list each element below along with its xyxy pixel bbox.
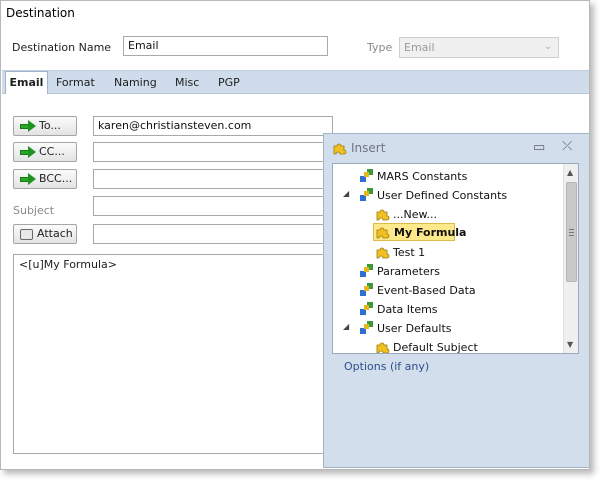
tree-item-label: User Defined Constants (377, 189, 508, 202)
tab-pgp[interactable]: PGP (218, 76, 240, 89)
message-body-text: <[u]My Formula> (19, 258, 117, 271)
puzzle-icon (376, 342, 390, 353)
to-button-label: To... (39, 119, 61, 132)
title-bar: Destination (1, 1, 589, 25)
tab-strip: Email Format Naming Misc PGP (2, 70, 589, 94)
scroll-down-icon[interactable]: ▼ (567, 340, 573, 349)
tree-item-label: User Defaults (377, 322, 452, 335)
insert-panel: Insert ▭ ⤫ MARS Constants ◢ User Defined… (323, 133, 589, 468)
tree-item-label: My Formula (394, 226, 467, 239)
constants-icon (360, 264, 373, 277)
bcc-button-label: BCC... (39, 172, 73, 185)
constants-icon (360, 188, 373, 201)
to-input[interactable]: karen@christiansteven.com (93, 116, 333, 136)
message-body[interactable]: <[u]My Formula> (13, 254, 343, 454)
puzzle-icon (376, 227, 390, 239)
attach-input[interactable] (93, 224, 333, 244)
tree-item-label: MARS Constants (377, 170, 468, 183)
close-icon[interactable]: ⤫ (562, 139, 572, 154)
tab-naming[interactable]: Naming (114, 76, 157, 89)
bcc-button[interactable]: BCC... (13, 169, 77, 189)
green-arrow-icon (20, 119, 36, 132)
window-title: Destination (6, 6, 75, 20)
puzzle-icon (376, 247, 390, 259)
tab-misc[interactable]: Misc (175, 76, 199, 89)
chevron-down-icon: ⌄ (543, 41, 552, 52)
green-arrow-icon (20, 145, 36, 158)
destination-name-input[interactable]: Email (123, 36, 328, 56)
bcc-input[interactable] (93, 169, 333, 189)
puzzle-icon (376, 209, 390, 221)
tab-email[interactable]: Email (5, 71, 48, 94)
to-button[interactable]: To... (13, 116, 77, 136)
tab-format[interactable]: Format (56, 76, 95, 89)
constants-icon (360, 321, 373, 334)
destination-name-label: Destination Name (12, 41, 112, 54)
type-label: Type (367, 41, 393, 54)
tree-item-label: Event-Based Data (377, 284, 476, 297)
insert-panel-title: Insert (351, 141, 386, 155)
type-select-value: Email (404, 41, 435, 54)
cc-button-label: CC... (39, 145, 65, 158)
tree-item-label: Default Subject (393, 341, 478, 354)
tree-item-label: Data Items (377, 303, 438, 316)
attach-icon (20, 228, 33, 240)
destination-window: Destination Destination Name Email Type … (0, 0, 590, 470)
scroll-thumb[interactable] (566, 182, 577, 282)
cc-input[interactable] (93, 142, 333, 162)
attach-button[interactable]: Attach (13, 224, 77, 244)
subject-input[interactable] (93, 196, 333, 216)
tree-item-my-formula[interactable]: My Formula (373, 223, 466, 241)
constants-icon (360, 302, 373, 315)
tree-item-label: Test 1 (393, 246, 426, 259)
insert-tree: MARS Constants ◢ User Defined Constants … (332, 163, 579, 354)
options-label: Options (if any) (344, 360, 430, 373)
type-select[interactable]: Email ⌄ (399, 37, 559, 58)
minimize-icon[interactable]: ▭ (533, 140, 545, 155)
constants-icon (360, 283, 373, 296)
cc-button[interactable]: CC... (13, 142, 77, 162)
scroll-up-icon[interactable]: ▲ (567, 168, 573, 177)
insert-panel-header: Insert ▭ ⤫ (324, 134, 589, 161)
collapse-icon[interactable]: ◢ (343, 322, 349, 331)
tree-scrollbar[interactable]: ▲ ▼ (563, 164, 578, 353)
tree-item-label: ...New... (393, 208, 437, 221)
puzzle-icon (333, 143, 347, 155)
attach-button-label: Attach (37, 227, 73, 240)
tree-item-label: Parameters (377, 265, 440, 278)
constants-icon (360, 169, 373, 182)
subject-label: Subject (13, 204, 55, 217)
collapse-icon[interactable]: ◢ (343, 189, 349, 198)
green-arrow-icon (20, 172, 36, 185)
